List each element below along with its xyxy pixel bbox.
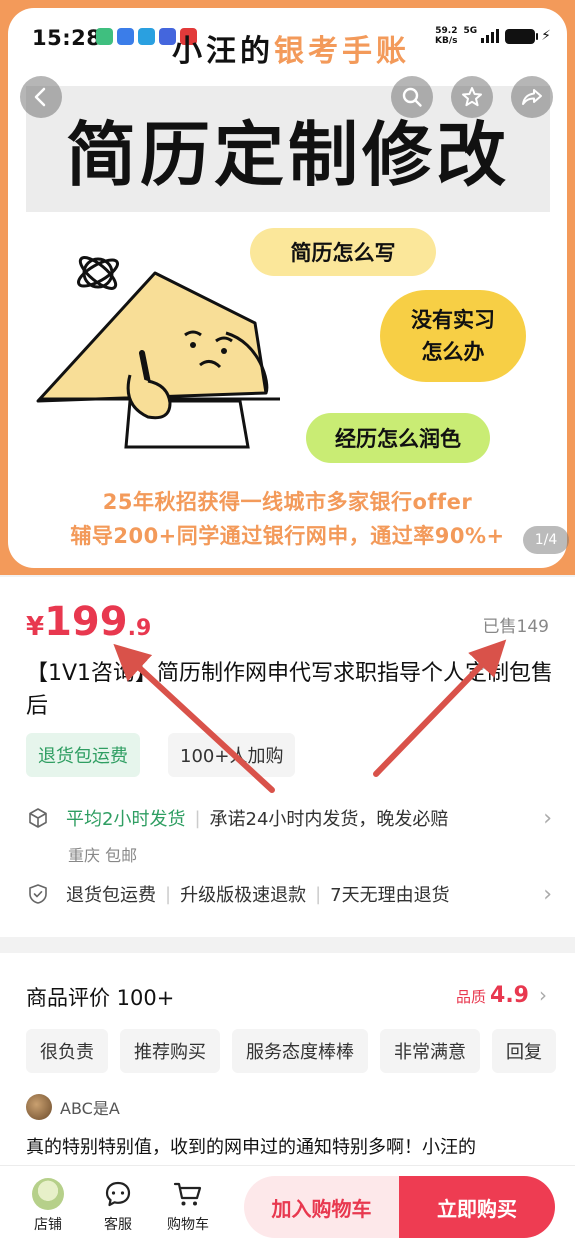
service-item: 7天无理由退货 <box>330 885 450 906</box>
shipping-row[interactable]: 平均2小时发货 | 承诺24小时内发货，晚发必赔 › <box>26 805 556 831</box>
review-keyword-chips: 很负责 推荐购买 服务态度棒棒 非常满意 回复 <box>26 1029 556 1073</box>
add-to-cart-button[interactable]: 加入购物车 <box>244 1176 399 1238</box>
character-illustration <box>36 256 280 449</box>
chevron-right-icon: › <box>539 983 547 1007</box>
charging-icon: ⚡ <box>541 28 551 44</box>
chevron-right-icon: › <box>543 805 552 831</box>
speech-bubble: 简历怎么写 <box>250 228 436 276</box>
product-title: 【1V1咨询】简历制作网申代写求职指导个人定制包售后 <box>26 661 554 719</box>
back-icon <box>34 87 46 107</box>
shipping-origin: 重庆 包邮 <box>68 846 138 865</box>
app-notification-icon <box>117 28 134 45</box>
review-chip[interactable]: 推荐购买 <box>120 1029 220 1073</box>
price: ¥199.9 <box>26 599 152 645</box>
watermark: 小汪的银考手账 <box>172 34 410 69</box>
speech-bubble: 经历怎么润色 <box>306 413 490 463</box>
service-item: 退货包运费 <box>66 885 156 906</box>
poster-subtitle: 辅导200+同学通过银行网申，通过率90%+ <box>70 524 505 548</box>
avatar <box>26 1094 52 1120</box>
service-chat-icon <box>105 1181 131 1207</box>
ship-icon <box>29 808 47 828</box>
tag-add-to-cart-count: 100+人加购 <box>168 733 296 777</box>
review-chip[interactable]: 回复 <box>492 1029 556 1073</box>
app-notification-icon <box>138 28 155 45</box>
status-time: 15:28 <box>32 26 102 50</box>
shipping-highlight: 平均2小时发货 <box>66 809 186 830</box>
buy-now-button[interactable]: 立即购买 <box>399 1176 555 1238</box>
cart-icon <box>173 1182 202 1206</box>
review-chip[interactable]: 服务态度棒棒 <box>232 1029 368 1073</box>
quality-rating[interactable]: 品质 4.9 › <box>456 983 547 1008</box>
shop-logo <box>32 1178 64 1210</box>
review-chip[interactable]: 非常满意 <box>380 1029 480 1073</box>
service-row[interactable]: 退货包运费 | 升级版极速退款 | 7天无理由退货 › <box>26 881 556 907</box>
sold-count: 已售149 <box>482 617 549 637</box>
speech-bubble: 没有实习 怎么办 <box>380 290 526 382</box>
tag-free-return-shipping: 退货包运费 <box>26 733 140 777</box>
reviews-section: 商品评价 100+ 品质 4.9 › 很负责 推荐购买 服务态度棒棒 非常满意 … <box>0 953 575 1165</box>
customer-service-button[interactable]: 客服 <box>88 1178 148 1234</box>
status-indicators: 59.2 KB/s 5G ⚡ <box>435 26 551 46</box>
product-info-card: ¥199.9 已售149 【1V1咨询】简历制作网申代写求职指导个人定制包售后 … <box>0 577 575 937</box>
star-icon <box>462 87 482 107</box>
review-text[interactable]: 真的特别特别值，收到的网申过的通知特别多啊！小汪的 <box>26 1133 575 1159</box>
review-chip[interactable]: 很负责 <box>26 1029 108 1073</box>
back-button[interactable] <box>20 76 62 118</box>
poster-subtitle: 25年秋招获得一线城市多家银行offer <box>102 490 473 514</box>
search-icon <box>402 87 422 107</box>
reviewer: ABC是A <box>26 1094 120 1120</box>
bottom-action-bar: 店铺 客服 购物车 加入购物车 立即购买 <box>0 1165 575 1247</box>
service-item: 升级版极速退款 <box>180 885 307 906</box>
app-notification-icon <box>96 28 113 45</box>
network-type: 5G <box>463 26 478 36</box>
shipping-promise: 承诺24小时内发货，晚发必赔 <box>209 809 449 830</box>
search-button[interactable] <box>391 76 433 118</box>
product-image-carousel[interactable]: 15:28 59.2 KB/s 5G ⚡ 小汪的银考手账 简历定制修改 简历怎么… <box>0 0 575 575</box>
share-button[interactable] <box>511 76 553 118</box>
favorite-button[interactable] <box>451 76 493 118</box>
network-speed: 59.2 KB/s <box>435 26 458 46</box>
purchase-actions: 加入购物车 立即购买 <box>244 1176 555 1238</box>
shield-check-icon <box>29 884 47 904</box>
shop-button[interactable]: 店铺 <box>18 1178 78 1234</box>
chevron-right-icon: › <box>543 881 552 907</box>
share-icon <box>522 89 542 105</box>
reviewer-name: ABC是A <box>60 1099 120 1118</box>
signal-icon <box>481 29 500 43</box>
cart-button[interactable]: 购物车 <box>158 1178 218 1234</box>
battery-icon <box>505 28 539 44</box>
reviews-heading[interactable]: 商品评价 100+ <box>26 982 174 1012</box>
image-page-indicator: 1/4 <box>523 526 569 554</box>
